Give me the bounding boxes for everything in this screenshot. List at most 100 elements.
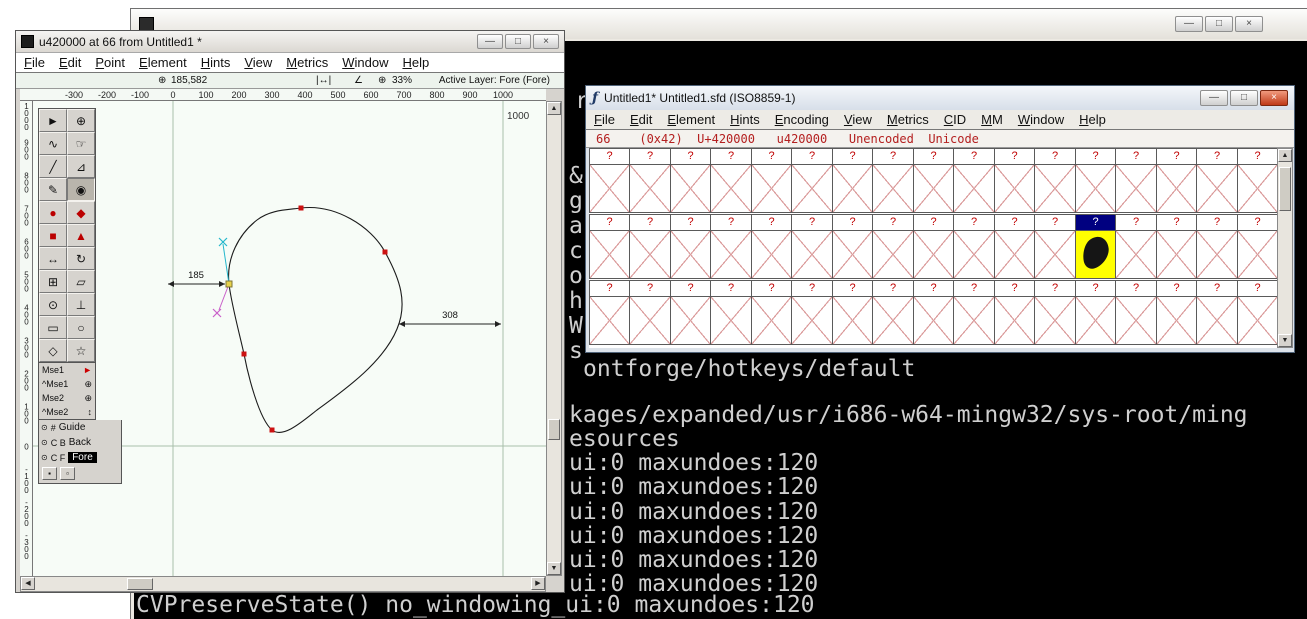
glyph-cell-empty[interactable] (953, 230, 995, 279)
glyph-cell-empty[interactable] (832, 230, 873, 279)
minimize-button[interactable]: — (1175, 16, 1203, 32)
close-button[interactable]: × (533, 34, 559, 49)
glyph-cell-empty[interactable] (751, 164, 792, 213)
glyph-cell-empty[interactable] (589, 230, 630, 279)
fv-menu-view[interactable]: View (844, 112, 872, 127)
rotate3d-tool[interactable]: ⊙ (39, 293, 67, 316)
glyph-cell-header[interactable]: ? (629, 280, 671, 297)
glyph-cell-header[interactable]: ? (1075, 148, 1116, 165)
curve-point[interactable] (298, 205, 304, 211)
freehand-tool[interactable]: ∿ (39, 132, 67, 155)
glyph-cell-empty[interactable] (1115, 230, 1157, 279)
font-view-titlebar[interactable]: ƒ Untitled1* Untitled1.sfd (ISO8859-1) —… (586, 86, 1294, 110)
glyph-cell-header[interactable]: ? (1115, 214, 1157, 231)
glyph-cell-header[interactable]: ? (1075, 280, 1116, 297)
scroll-left-button[interactable]: ◀ (21, 577, 35, 590)
fv-menu-hints[interactable]: Hints (730, 112, 760, 127)
scroll-right-button[interactable]: ▶ (531, 577, 545, 590)
glyph-cell-empty[interactable] (1034, 230, 1076, 279)
skew-tool[interactable]: ▱ (67, 270, 95, 293)
glyph-cell-empty[interactable] (1034, 296, 1076, 345)
layer-quadratic-button[interactable]: ▪ (42, 467, 57, 480)
spiro-tool[interactable]: ◉ (67, 178, 95, 201)
fv-menu-file[interactable]: File (594, 112, 615, 127)
glyph-cell-header[interactable]: ? (1115, 280, 1157, 297)
glyph-cell-header[interactable]: ? (994, 214, 1035, 231)
perspective-tool[interactable]: ⊥ (67, 293, 95, 316)
fv-menu-help[interactable]: Help (1079, 112, 1106, 127)
glyph-cell-header[interactable]: ? (1196, 148, 1238, 165)
glyph-cell-empty[interactable] (872, 296, 914, 345)
glyph-cell-empty[interactable] (1115, 164, 1157, 213)
glyph-cell-header[interactable]: ? (832, 148, 873, 165)
glyph-cell-header[interactable]: ? (710, 214, 752, 231)
glyph-cell-header[interactable]: ? (1034, 148, 1076, 165)
layer-name[interactable]: Fore (68, 452, 97, 463)
glyph-cell-empty[interactable] (670, 164, 711, 213)
glyph-cell-empty[interactable] (872, 164, 914, 213)
glyph-cell-empty[interactable] (1196, 296, 1238, 345)
fv-menu-mm[interactable]: MM (981, 112, 1003, 127)
ge-menu-element[interactable]: Element (139, 55, 187, 70)
glyph-cell-empty[interactable] (1075, 164, 1116, 213)
magnify-tool[interactable]: ⊕ (67, 109, 95, 132)
scroll-down-button[interactable]: ▼ (547, 562, 561, 575)
glyph-cell-empty[interactable] (710, 164, 752, 213)
glyph-cell-empty[interactable] (994, 164, 1035, 213)
glyph-cell-empty[interactable] (670, 230, 711, 279)
selected-point[interactable] (225, 280, 233, 288)
glyph-cell-header[interactable]: ? (1156, 214, 1197, 231)
ellipse-tool[interactable]: ○ (67, 316, 95, 339)
ge-menu-view[interactable]: View (244, 55, 272, 70)
glyph-cell-empty[interactable] (1237, 230, 1277, 279)
glyph-cell-header[interactable]: ? (994, 280, 1035, 297)
glyph-cell-header[interactable]: ? (710, 280, 752, 297)
glyph-cell-header[interactable]: ? (751, 214, 792, 231)
flip-tool[interactable]: ↔ (39, 247, 67, 270)
glyph-cell-header[interactable]: ? (670, 214, 711, 231)
glyph-cell-empty[interactable] (994, 296, 1035, 345)
scrollbar-thumb[interactable] (548, 419, 560, 440)
glyph-cell-empty[interactable] (791, 296, 833, 345)
layer-name[interactable]: Back (69, 437, 91, 448)
close-button[interactable]: × (1260, 90, 1288, 106)
glyph-cell-header[interactable]: ? (791, 214, 833, 231)
scroll-up-button[interactable]: ▲ (547, 102, 561, 115)
glyph-cell-header[interactable]: ? (589, 148, 630, 165)
fv-menu-cid[interactable]: CID (944, 112, 966, 127)
glyph-outline[interactable] (228, 206, 403, 433)
pointer-tool[interactable]: ► (39, 109, 67, 132)
glyph-cell-empty[interactable] (670, 296, 711, 345)
glyph-cell-header[interactable]: ? (953, 214, 995, 231)
active-layer-select[interactable]: Active Layer: Fore (Fore) (439, 75, 550, 86)
layer-visibility-icon[interactable]: ⊙ (41, 438, 48, 447)
pen-tool[interactable]: ✎ (39, 178, 67, 201)
canvas-vertical-scrollbar[interactable]: ▲ ▼ (546, 101, 562, 576)
glyph-cell-header[interactable]: ? (1237, 214, 1277, 231)
glyph-cell-header[interactable]: ? (589, 214, 630, 231)
glyph-cell-header[interactable]: ? (791, 280, 833, 297)
glyph-cell-empty[interactable] (913, 296, 954, 345)
glyph-cell-header[interactable]: ? (791, 148, 833, 165)
glyph-cell-empty[interactable] (1034, 164, 1076, 213)
ge-menu-metrics[interactable]: Metrics (286, 55, 328, 70)
fv-menu-metrics[interactable]: Metrics (887, 112, 929, 127)
glyph-cell-header[interactable]: ? (670, 280, 711, 297)
glyph-cell-header[interactable]: ? (953, 148, 995, 165)
star-tool[interactable]: ☆ (67, 339, 95, 362)
glyph-cell-empty[interactable] (751, 296, 792, 345)
glyph-cell-empty[interactable] (1156, 230, 1197, 279)
glyph-cell-header[interactable]: ? (872, 280, 914, 297)
glyph-cell-header[interactable]: ? (832, 214, 873, 231)
maximize-button[interactable]: □ (505, 34, 531, 49)
minimize-button[interactable]: — (477, 34, 503, 49)
glyph-cell-header[interactable]: ? (670, 148, 711, 165)
glyph-cell-header[interactable]: ? (751, 280, 792, 297)
glyph-cell-header[interactable]: ? (1237, 148, 1277, 165)
glyph-cell-empty[interactable] (710, 296, 752, 345)
scale-tool[interactable]: ⊞ (39, 270, 67, 293)
curve-point[interactable] (241, 351, 247, 357)
glyph-cell-empty[interactable] (1156, 296, 1197, 345)
glyph-cell-empty[interactable] (1196, 164, 1238, 213)
glyph-editor-titlebar[interactable]: u420000 at 66 from Untitled1 * — □ × (16, 31, 564, 53)
